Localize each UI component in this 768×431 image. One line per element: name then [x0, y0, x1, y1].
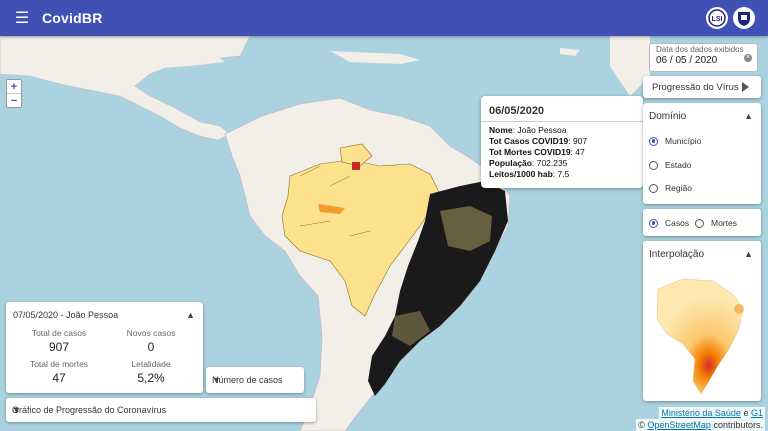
- progression-chart-panel[interactable]: Gráfico de Progressão do Coronavírus ▼: [6, 398, 316, 422]
- map-popup: 06/05/2020 Nome: João Pessoa Tot Casos C…: [481, 96, 643, 188]
- osm-link[interactable]: OpenStreetMap: [647, 420, 711, 430]
- popup-row: Tot Mortes COVID19: 47: [489, 147, 585, 157]
- g1-link[interactable]: G1: [751, 408, 763, 418]
- popup-row: População: 702.235: [489, 158, 568, 168]
- radio-municipio[interactable]: Município: [649, 136, 701, 146]
- metric-dropdown[interactable]: Número de casos ▼: [206, 367, 304, 393]
- dominio-panel: Domínio ▲ Município Estado Região: [643, 103, 761, 204]
- date-field-label: Data dos dados exibidos: [656, 45, 744, 54]
- chevron-up-icon[interactable]: ▲: [744, 249, 753, 259]
- date-value[interactable]: 06 / 05 / 2020: [656, 55, 717, 66]
- popup-row: Tot Casos COVID19: 907: [489, 136, 588, 146]
- radio-selected-icon[interactable]: [649, 136, 658, 146]
- stats-header: 07/05/2020 - João Pessoa: [13, 310, 119, 320]
- date-field[interactable]: Data dos dados exibidos 06 / 05 / 2020 ×: [649, 43, 758, 72]
- interpolacao-panel: Interpolação ▲: [643, 241, 761, 401]
- dominio-title: Domínio: [649, 111, 687, 122]
- radio-selected-icon[interactable]: [649, 218, 658, 228]
- progression-button[interactable]: Progressão do Vírus: [643, 76, 761, 98]
- clear-icon[interactable]: ×: [744, 54, 752, 62]
- chevron-down-icon[interactable]: ▼: [212, 375, 296, 385]
- app-title: CovidBR: [42, 10, 103, 26]
- radio-estado[interactable]: Estado: [649, 160, 691, 170]
- stats-card: 07/05/2020 - João Pessoa ▲ Total de caso…: [6, 302, 203, 393]
- letalidade: Letalidade 5,2%: [131, 359, 171, 385]
- crest-logo[interactable]: [733, 7, 755, 29]
- play-icon[interactable]: [742, 82, 749, 92]
- total-mortes: Total de mortes 47: [29, 359, 89, 385]
- radio-icon[interactable]: [695, 218, 704, 228]
- university-logo[interactable]: LSI: [706, 7, 728, 29]
- chevron-up-icon[interactable]: ▲: [186, 310, 195, 320]
- popup-row: Leitos/1000 hab: 7.5: [489, 169, 570, 179]
- radio-icon[interactable]: [649, 160, 658, 170]
- zoom-in-button[interactable]: +: [7, 80, 21, 94]
- progression-label: Progressão do Vírus: [652, 82, 739, 93]
- menu-icon[interactable]: ☰: [12, 8, 32, 28]
- radio-regiao[interactable]: Região: [649, 183, 692, 193]
- map-attribution: Ministério da Saúde e G1 © OpenStreetMap…: [636, 407, 765, 431]
- radio-casos[interactable]: Casos: [649, 218, 689, 228]
- zoom-out-button[interactable]: −: [7, 94, 21, 107]
- total-casos: Total de casos 907: [31, 328, 87, 354]
- svg-text:LSI: LSI: [712, 16, 723, 23]
- novos-casos: Novos casos 0: [126, 328, 176, 354]
- zoom-control: + −: [6, 79, 22, 108]
- popup-row: Nome: João Pessoa: [489, 125, 567, 135]
- interpolacao-title: Interpolação: [649, 249, 705, 260]
- radio-mortes[interactable]: Mortes: [695, 218, 737, 228]
- ministerio-link[interactable]: Ministério da Saúde: [661, 408, 741, 418]
- interpolation-map: [656, 278, 744, 395]
- metric-panel: Casos Mortes: [643, 209, 761, 236]
- radio-icon[interactable]: [649, 183, 658, 193]
- app-bar: ☰ CovidBR LSI: [0, 0, 768, 36]
- popup-date: 06/05/2020: [481, 96, 643, 122]
- chevron-up-icon[interactable]: ▲: [744, 111, 753, 121]
- chevron-down-icon[interactable]: ▼: [12, 405, 308, 415]
